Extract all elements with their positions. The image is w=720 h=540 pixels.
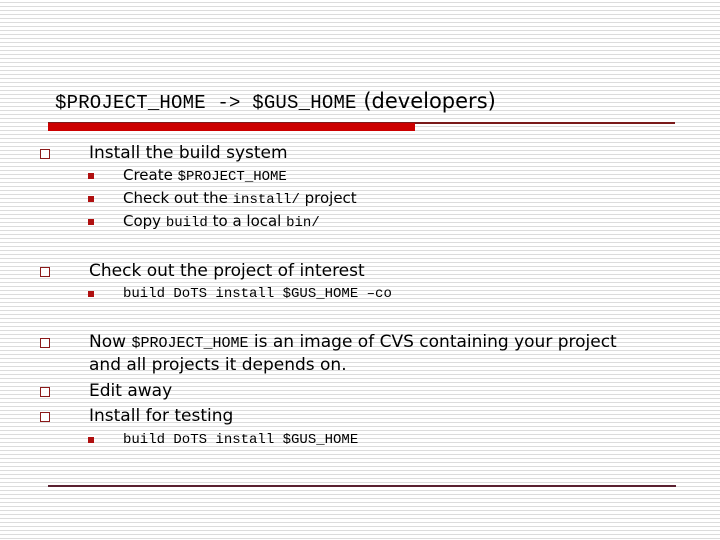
bullet-now-project-home-line2: and all projects it depends on.: [89, 355, 347, 375]
sub-bullet-code: bin/: [286, 215, 320, 231]
bullet-text: Now: [89, 332, 132, 352]
bullet-code: $PROJECT_HOME: [131, 335, 249, 352]
sub-bullet-check-out-install: Check out the install/ project: [123, 187, 357, 212]
sub-bullet-code: build: [165, 215, 208, 231]
filled-square-bullet-icon: [88, 291, 94, 297]
sub-bullet-text: Create: [123, 166, 178, 184]
sub-bullet-build-dots-co: build DoTS install $GUS_HOME –co: [123, 286, 392, 302]
sub-bullet-text: Check out the: [123, 189, 233, 207]
bullet-check-out-project: Check out the project of interest: [89, 261, 365, 281]
sub-bullet-text: Copy: [123, 212, 166, 230]
sub-bullet-text: project: [299, 189, 357, 207]
title-text: (developers): [356, 89, 496, 113]
filled-square-bullet-icon: [88, 437, 94, 443]
sub-bullet-text: to a local: [207, 212, 287, 230]
filled-square-bullet-icon: [88, 219, 94, 225]
bullet-install-for-testing: Install for testing: [89, 406, 234, 426]
sub-bullet-create-project-home: Create $PROJECT_HOME: [123, 164, 287, 189]
sub-bullet-build-dots-install: build DoTS install $GUS_HOME: [123, 432, 359, 448]
sub-bullet-code: $PROJECT_HOME: [177, 169, 287, 185]
filled-square-bullet-icon: [88, 196, 94, 202]
slide-title: $PROJECT_HOME -> $GUS_HOME (developers): [55, 88, 496, 116]
sub-bullet-code: install/: [232, 192, 300, 208]
hollow-square-bullet-icon: [40, 412, 50, 422]
sub-bullet-copy-build: Copy build to a local bin/: [123, 210, 320, 235]
hollow-square-bullet-icon: [40, 387, 50, 397]
bullet-text: is an image of CVS containing your proje…: [248, 332, 617, 352]
filled-square-bullet-icon: [88, 173, 94, 179]
hollow-square-bullet-icon: [40, 338, 50, 348]
title-accent-bar: [48, 123, 415, 131]
title-code: $PROJECT_HOME -> $GUS_HOME: [55, 92, 357, 114]
footer-rule: [48, 485, 676, 487]
hollow-square-bullet-icon: [40, 267, 50, 277]
hollow-square-bullet-icon: [40, 149, 50, 159]
bullet-install-build-system: Install the build system: [89, 143, 288, 163]
bullet-edit-away: Edit away: [89, 381, 173, 401]
